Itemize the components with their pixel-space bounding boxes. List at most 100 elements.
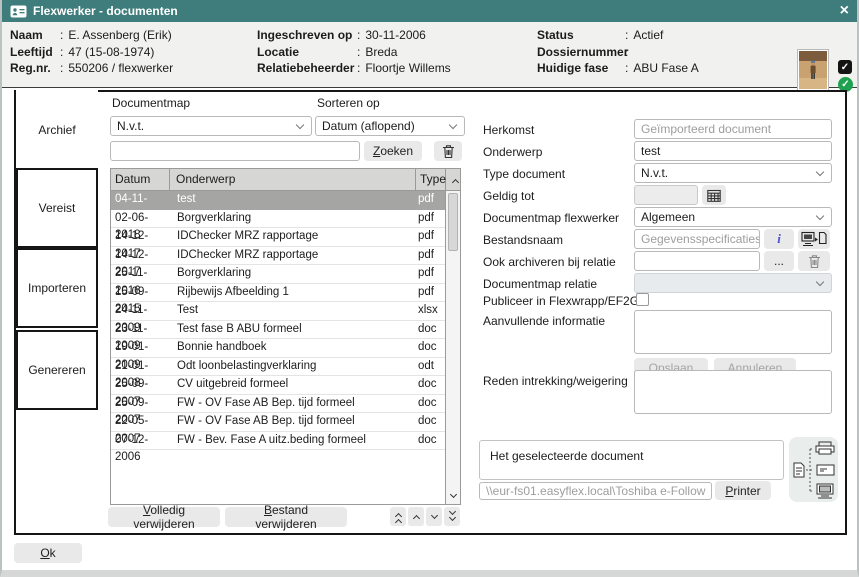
tab-genereren[interactable]: Genereren: [16, 330, 98, 410]
table-row[interactable]: 25-11-2016Borgverklaringpdf: [111, 265, 445, 284]
ellipsis-label: ...: [774, 254, 784, 268]
aanvullende-informatie-textarea[interactable]: [634, 310, 832, 354]
ook-archiveren-field[interactable]: [634, 251, 760, 271]
documentmap-relatie-label: Documentmap relatie: [483, 277, 597, 291]
table-cell: IDChecker MRZ rapportage: [170, 228, 415, 246]
table-row[interactable]: 14-12-2017IDChecker MRZ rapportagepdf: [111, 228, 445, 247]
tab-archief[interactable]: Archief: [16, 90, 98, 170]
trash-icon: [442, 144, 455, 159]
chevron-down-icon: [816, 168, 824, 176]
contact-card-icon: [10, 5, 27, 18]
delete-file-button[interactable]: Bestand verwijderen: [225, 507, 347, 527]
open-file-button[interactable]: [798, 229, 830, 249]
table-cell: pdf: [415, 284, 445, 302]
table-row[interactable]: 25-09-2007FW - OV Fase AB Bep. tijd form…: [111, 395, 445, 414]
table-row[interactable]: 25-09-2007CV uitgebreid formeeldoc: [111, 376, 445, 395]
table-cell: Borgverklaring: [170, 210, 415, 228]
tab-label: Genereren: [28, 363, 85, 377]
ok-button[interactable]: Ok: [14, 543, 82, 563]
table-cell: pdf: [415, 265, 445, 283]
relatie-browse-button[interactable]: ...: [764, 251, 794, 271]
sort-selected-value: Datum (aflopend): [322, 119, 415, 133]
search-button-label: Zoeken: [373, 144, 413, 158]
table-cell: Test fase B ABU formeel: [170, 321, 415, 339]
move-top-button[interactable]: [390, 507, 406, 526]
trash-icon: [808, 254, 821, 269]
tab-importeren[interactable]: Importeren: [16, 248, 98, 328]
table-cell: 04-11-2020: [111, 191, 170, 209]
column-header-type[interactable]: Type: [416, 169, 446, 190]
table-row[interactable]: 04-11-2020testpdf: [111, 191, 445, 210]
onderwerp-field[interactable]: test: [634, 141, 832, 161]
type-document-select[interactable]: N.v.t.: [634, 163, 832, 183]
move-bottom-button[interactable]: [444, 507, 460, 526]
table-row[interactable]: 22-05-2007FW - OV Fase AB Bep. tijd form…: [111, 413, 445, 432]
chevron-down-icon: [449, 491, 456, 498]
document-table: Datum Onderwerp Type 04-11-2020testpdf02…: [110, 168, 461, 505]
document-destinations-graphic[interactable]: [789, 437, 838, 502]
bestandsnaam-label: Bestandsnaam: [483, 233, 563, 247]
move-down-button[interactable]: [426, 507, 442, 526]
table-row[interactable]: 02-06-2018Borgverklaringpdf: [111, 210, 445, 229]
table-row[interactable]: 07-12-2006FW - Bev. Fase A uitz.beding f…: [111, 432, 445, 451]
sort-select[interactable]: Datum (aflopend): [315, 116, 465, 136]
tab-vereist[interactable]: Vereist: [16, 168, 98, 248]
table-header: Datum Onderwerp Type: [111, 169, 460, 191]
column-header-datum[interactable]: Datum: [111, 169, 170, 190]
table-cell: pdf: [415, 191, 445, 209]
table-cell: 07-12-2006: [111, 432, 170, 450]
person-photo[interactable]: [797, 49, 829, 91]
double-chevron-down-icon: [448, 513, 455, 520]
header-checkbox-checked[interactable]: ✓: [838, 60, 852, 74]
table-cell: Bonnie handboek: [170, 339, 415, 357]
chevron-down-icon: [816, 212, 824, 220]
table-row[interactable]: 23-11-2009Test fase B ABU formeeldoc: [111, 321, 445, 340]
documentmap-select[interactable]: N.v.t.: [110, 116, 312, 136]
field-value: E. Assenberg (Erik): [68, 29, 171, 42]
table-cell: pdf: [415, 228, 445, 246]
type-document-label: Type document: [483, 167, 565, 181]
herkomst-field: Geïmporteerd document: [634, 119, 832, 139]
printer-button[interactable]: Printer: [715, 481, 771, 500]
column-header-onderwerp[interactable]: Onderwerp: [170, 169, 416, 190]
window-title: Flexwerker - documenten: [33, 4, 178, 18]
field-value: Floortje Willems: [365, 62, 450, 75]
table-cell: 25-09-2007: [111, 395, 170, 413]
chevron-up-icon: [412, 514, 419, 521]
scroll-down-button[interactable]: [446, 488, 460, 504]
search-button[interactable]: Zoeken: [364, 141, 422, 161]
delete-full-button[interactable]: Volledig verwijderen: [108, 507, 220, 527]
table-cell: 25-11-2016: [111, 265, 170, 283]
clear-search-button[interactable]: [434, 141, 462, 161]
table-row[interactable]: 14-12-2017IDChecker MRZ rapportagepdf: [111, 247, 445, 266]
table-cell: 25-09-2007: [111, 376, 170, 394]
table-row[interactable]: 19-01-2009Bonnie handboekdoc: [111, 339, 445, 358]
table-cell: 21-01-2008: [111, 358, 170, 376]
relatie-clear-button[interactable]: [798, 251, 830, 271]
table-row[interactable]: 24-11-2009Testxlsx: [111, 302, 445, 321]
table-row[interactable]: 21-01-2008Odt loonbelastingverklaringodt: [111, 358, 445, 377]
ok-label: Ok: [40, 546, 55, 560]
computer-to-document-icon: [801, 231, 827, 248]
table-cell: IDChecker MRZ rapportage: [170, 247, 415, 265]
table-cell: test: [170, 191, 415, 209]
calendar-button[interactable]: [702, 185, 726, 205]
separator: :: [625, 29, 628, 42]
scroll-up-button[interactable]: [446, 169, 460, 190]
table-row[interactable]: 15-09-2015Rijbewijs Afbeelding 1pdf: [111, 284, 445, 303]
reden-textarea[interactable]: [634, 370, 832, 414]
chevron-down-icon: [296, 121, 304, 129]
publiceer-label: Publiceer in Flexwrapp/EF2GO: [483, 294, 648, 308]
table-cell: odt: [415, 358, 445, 376]
table-scrollbar[interactable]: [445, 191, 460, 504]
scrollbar-thumb[interactable]: [448, 193, 458, 251]
publiceer-checkbox[interactable]: [636, 293, 649, 306]
calendar-icon: [707, 189, 721, 202]
move-up-button[interactable]: [408, 507, 424, 526]
search-input[interactable]: [110, 141, 360, 161]
file-info-button[interactable]: i: [764, 229, 794, 249]
herkomst-label: Herkomst: [483, 123, 534, 137]
documentmap-flexwerker-select[interactable]: Algemeen: [634, 207, 832, 227]
table-cell: doc: [415, 413, 445, 431]
close-icon[interactable]: ×: [840, 3, 849, 19]
